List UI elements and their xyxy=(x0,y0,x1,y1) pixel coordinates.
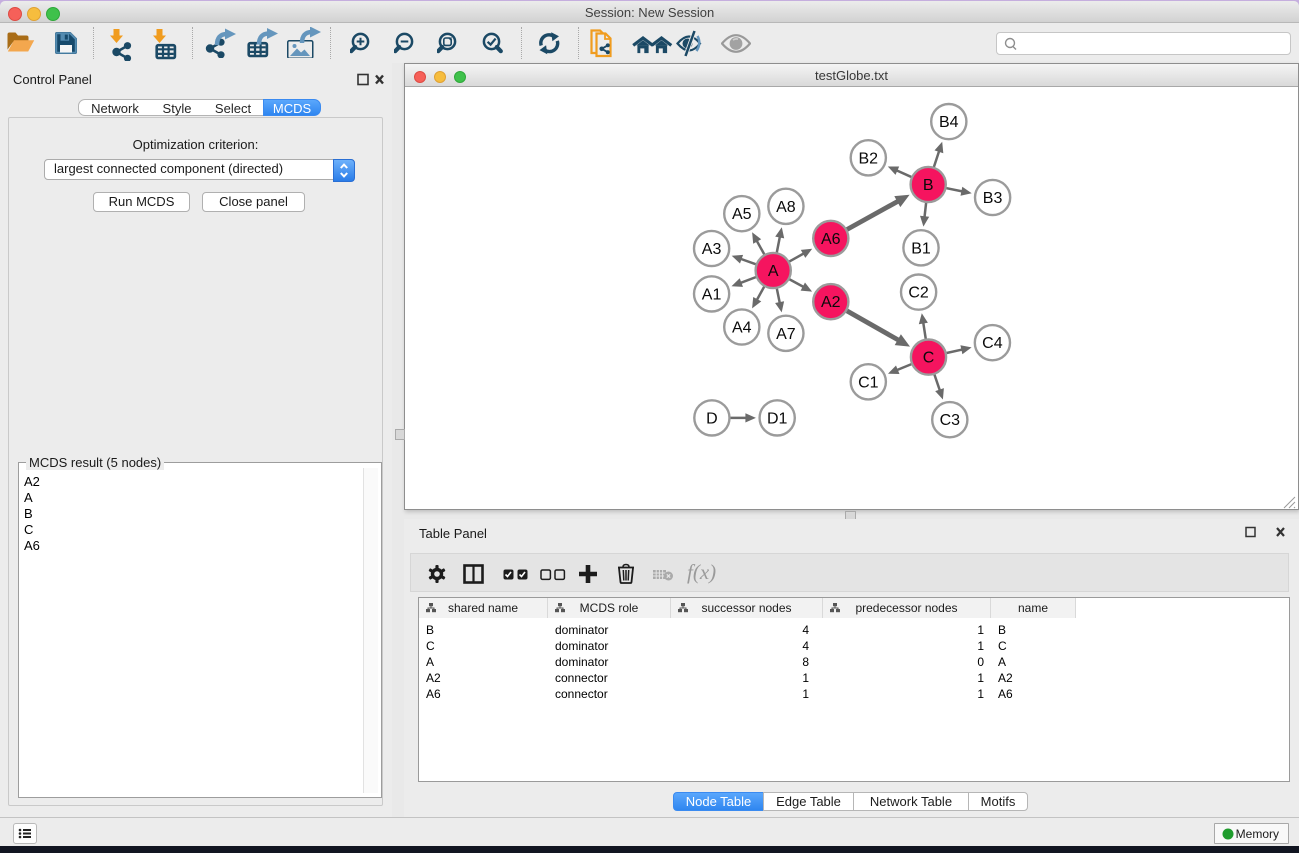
svg-text:B: B xyxy=(923,177,934,194)
svg-text:C2: C2 xyxy=(908,285,929,302)
svg-text:C1: C1 xyxy=(858,374,879,391)
svg-text:B3: B3 xyxy=(983,190,1003,207)
svg-text:D1: D1 xyxy=(767,410,788,427)
svg-text:A5: A5 xyxy=(732,206,752,223)
svg-text:A7: A7 xyxy=(776,326,796,343)
svg-text:B4: B4 xyxy=(939,114,959,131)
svg-text:A8: A8 xyxy=(776,199,796,216)
svg-text:C: C xyxy=(923,350,935,367)
svg-text:A1: A1 xyxy=(702,286,722,303)
svg-text:B1: B1 xyxy=(911,240,931,257)
svg-text:C3: C3 xyxy=(940,412,961,429)
svg-text:A2: A2 xyxy=(821,294,841,311)
svg-text:A4: A4 xyxy=(732,320,752,337)
svg-text:C4: C4 xyxy=(982,335,1003,352)
svg-text:D: D xyxy=(706,410,718,427)
svg-text:A: A xyxy=(768,263,779,280)
svg-text:B2: B2 xyxy=(859,150,879,167)
svg-text:A6: A6 xyxy=(821,231,841,248)
svg-text:A3: A3 xyxy=(702,241,722,258)
